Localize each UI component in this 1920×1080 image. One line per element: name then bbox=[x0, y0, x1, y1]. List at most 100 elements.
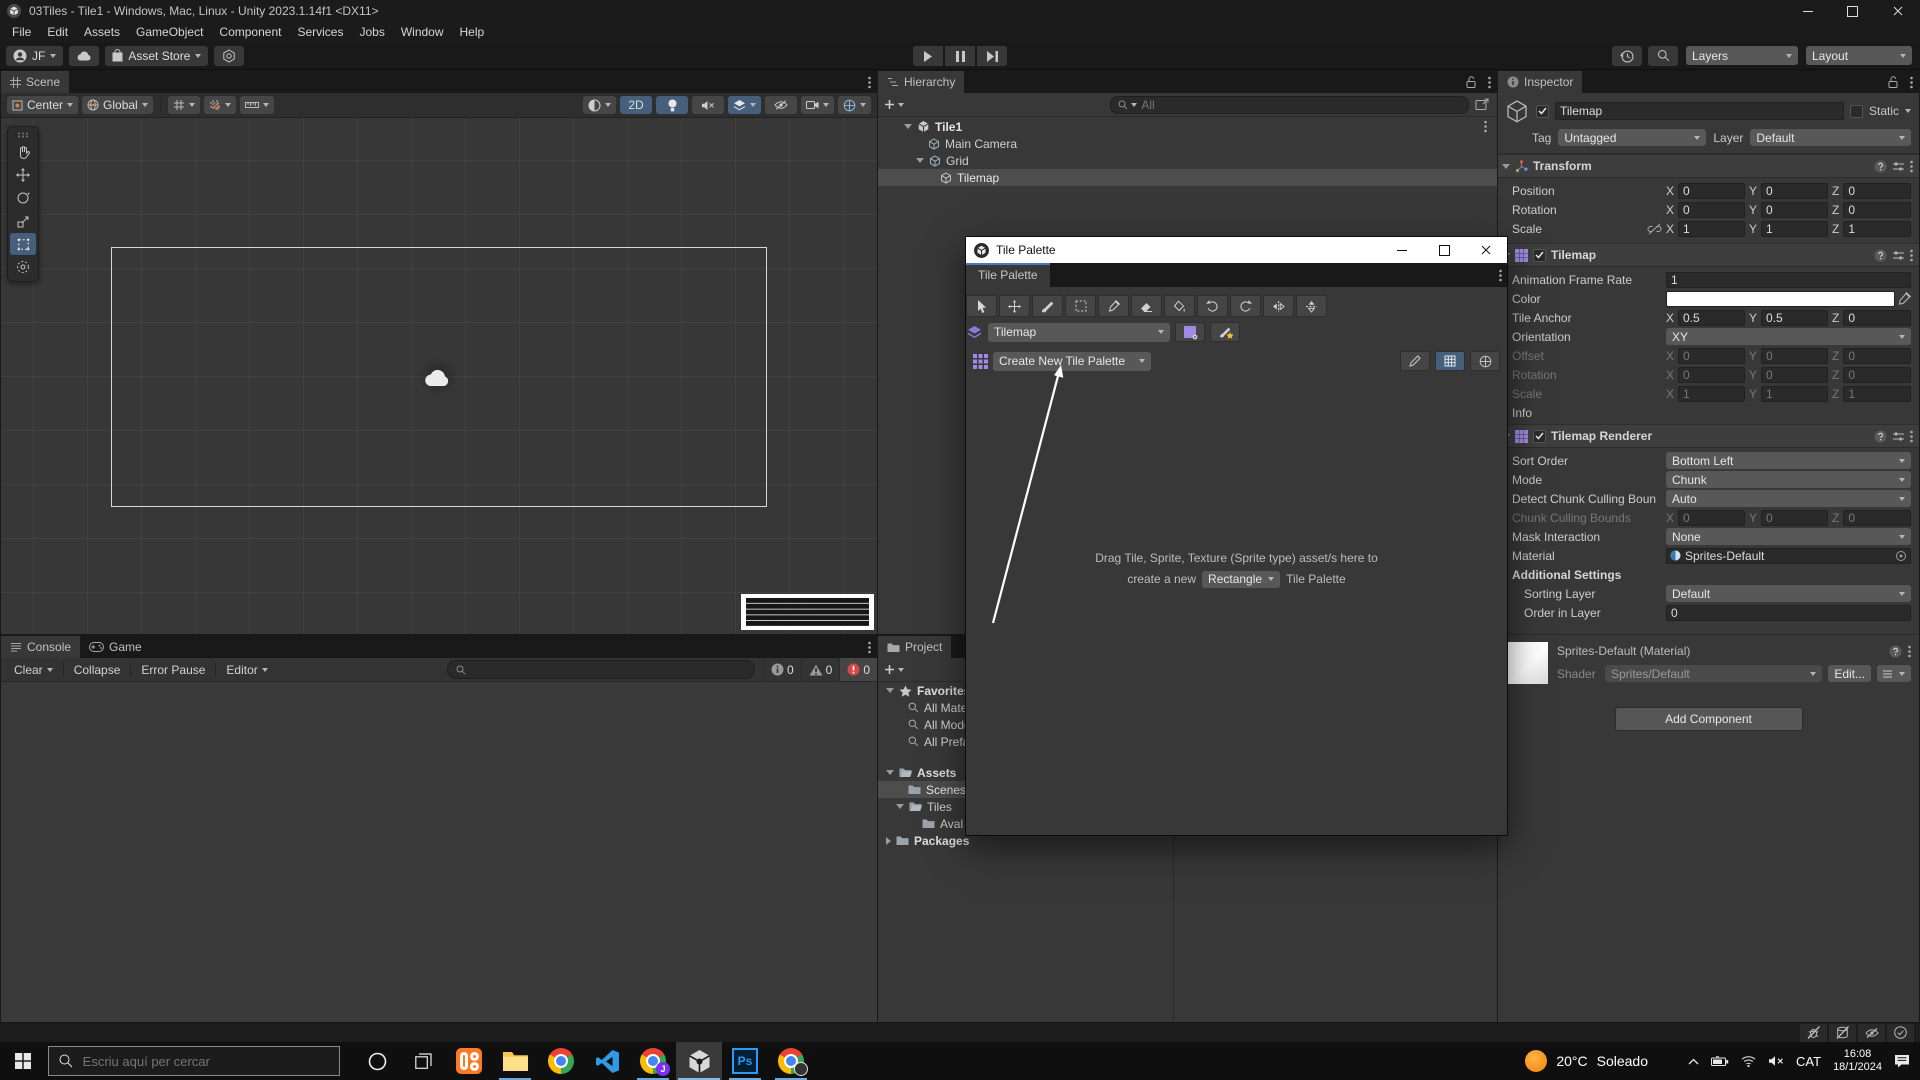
active-checkbox[interactable] bbox=[1536, 105, 1549, 118]
flip-vertical-tool[interactable] bbox=[1296, 295, 1327, 317]
presets-icon[interactable] bbox=[1892, 161, 1905, 172]
component-enabled-checkbox[interactable] bbox=[1533, 249, 1546, 262]
tilemap-renderer-header[interactable]: Tilemap Renderer bbox=[1498, 424, 1919, 448]
play-button[interactable] bbox=[913, 46, 943, 66]
sort-order-dropdown[interactable]: Bottom Left bbox=[1666, 452, 1911, 469]
move-tool[interactable] bbox=[999, 295, 1030, 317]
tag-dropdown[interactable]: Untagged bbox=[1558, 129, 1706, 146]
smart-brush-button[interactable] bbox=[1210, 322, 1240, 342]
cache-disconnected-icon[interactable] bbox=[1829, 1024, 1856, 1042]
search-button[interactable] bbox=[1648, 46, 1678, 66]
menu-gameobject[interactable]: GameObject bbox=[128, 23, 211, 41]
menu-assets[interactable]: Assets bbox=[76, 23, 128, 41]
error-count-badge[interactable]: 0 bbox=[839, 658, 877, 681]
tool-handle-rotation-button[interactable]: Global bbox=[82, 96, 153, 114]
close-icon[interactable] bbox=[1465, 237, 1507, 263]
object-picker-icon[interactable] bbox=[1895, 550, 1907, 562]
move-tool[interactable] bbox=[10, 164, 36, 186]
y-field[interactable]: 1 bbox=[1761, 221, 1828, 237]
menu-file[interactable]: File bbox=[4, 23, 39, 41]
tile-palette-titlebar[interactable]: Tile Palette bbox=[966, 237, 1507, 263]
rotate-ccw-tool[interactable] bbox=[1197, 295, 1228, 317]
rotate-tool[interactable] bbox=[10, 187, 36, 209]
name-field[interactable] bbox=[1555, 102, 1844, 120]
taskbar-search-input[interactable] bbox=[81, 1053, 329, 1070]
taskbar-search[interactable] bbox=[48, 1046, 340, 1076]
tilemap-settings-button[interactable] bbox=[1175, 322, 1205, 342]
menu-services[interactable]: Services bbox=[289, 23, 351, 41]
picker-tool[interactable] bbox=[1098, 295, 1129, 317]
tab-tile-palette[interactable]: Tile Palette bbox=[966, 263, 1050, 287]
flood-fill-tool[interactable] bbox=[1164, 295, 1195, 317]
asset-store-button[interactable]: Asset Store bbox=[105, 46, 208, 66]
taskbar-app-xampp[interactable] bbox=[446, 1042, 492, 1080]
foldout-open-icon[interactable] bbox=[886, 688, 894, 693]
wifi-icon[interactable] bbox=[1741, 1055, 1756, 1067]
z-field[interactable]: 0 bbox=[1843, 310, 1911, 326]
foldout-closed-icon[interactable] bbox=[886, 837, 891, 845]
palette-dropdown[interactable]: Create New Tile Palette bbox=[993, 352, 1151, 371]
task-view-button[interactable] bbox=[400, 1042, 446, 1080]
shader-edit-button[interactable]: Edit... bbox=[1828, 665, 1871, 682]
z-field[interactable]: 0 bbox=[1843, 183, 1911, 199]
tab-console[interactable]: Console bbox=[1, 636, 80, 658]
z-field[interactable]: 0 bbox=[1843, 202, 1911, 218]
item-kebab-icon[interactable] bbox=[1484, 120, 1487, 133]
maximize-icon[interactable] bbox=[1830, 0, 1875, 22]
taskbar-app-explorer[interactable] bbox=[492, 1042, 538, 1080]
select-tool[interactable] bbox=[966, 295, 997, 317]
tab-hierarchy[interactable]: Hierarchy bbox=[878, 71, 964, 93]
x-field[interactable]: 0 bbox=[1678, 202, 1745, 218]
y-field[interactable]: 0 bbox=[1761, 202, 1828, 218]
taskbar-clock[interactable]: 16:08 18/1/2024 bbox=[1833, 1048, 1882, 1074]
hierarchy-item-tile1[interactable]: Tile1 bbox=[878, 118, 1497, 135]
info-row[interactable]: Info bbox=[1498, 403, 1919, 422]
detect-chunk-dropdown[interactable]: Auto bbox=[1666, 490, 1911, 507]
active-tilemap-dropdown[interactable]: Tilemap bbox=[988, 323, 1170, 342]
hierarchy-menu-kebab-icon[interactable] bbox=[1482, 71, 1497, 93]
gizmos-button[interactable] bbox=[838, 96, 871, 114]
lock-icon[interactable] bbox=[1882, 71, 1904, 93]
search-field[interactable] bbox=[1141, 98, 1461, 112]
color-swatch[interactable] bbox=[1666, 291, 1895, 307]
increment-snap-button[interactable] bbox=[204, 96, 236, 114]
tab-inspector[interactable]: Inspector bbox=[1498, 71, 1582, 93]
paint-brush-tool[interactable] bbox=[1032, 295, 1063, 317]
minimize-icon[interactable] bbox=[1381, 237, 1423, 263]
static-checkbox[interactable] bbox=[1850, 105, 1863, 118]
tilemap-component-header[interactable]: Tilemap bbox=[1498, 243, 1919, 267]
menu-edit[interactable]: Edit bbox=[39, 23, 76, 41]
y-field[interactable]: 0 bbox=[1761, 183, 1828, 199]
pause-button[interactable] bbox=[945, 46, 975, 66]
language-indicator[interactable]: CAT bbox=[1796, 1054, 1821, 1069]
battery-icon[interactable] bbox=[1711, 1056, 1729, 1067]
inspector-menu-kebab-icon[interactable] bbox=[1904, 71, 1919, 93]
orientation-dropdown[interactable]: XY bbox=[1666, 328, 1911, 345]
scene-menu-kebab-icon[interactable] bbox=[862, 71, 877, 93]
hierarchy-search-input[interactable] bbox=[1110, 96, 1469, 114]
lock-icon[interactable] bbox=[1460, 71, 1482, 93]
notification-center-icon[interactable] bbox=[1894, 1054, 1910, 1068]
help-icon[interactable] bbox=[1874, 160, 1887, 173]
x-field[interactable]: 1 bbox=[1678, 221, 1745, 237]
taskbar-app-vscode[interactable] bbox=[584, 1042, 630, 1080]
scene-lighting-button[interactable] bbox=[656, 96, 688, 114]
kebab-icon[interactable] bbox=[1910, 430, 1913, 443]
order-field[interactable]: 0 bbox=[1666, 605, 1911, 621]
hierarchy-item-main-camera[interactable]: Main Camera bbox=[878, 135, 1497, 152]
collapse-button[interactable]: Collapse bbox=[67, 658, 128, 681]
component-enabled-checkbox[interactable] bbox=[1533, 430, 1546, 443]
tab-game[interactable]: Game bbox=[80, 636, 151, 658]
hierarchy-item-grid[interactable]: Grid bbox=[878, 152, 1497, 169]
rect-tool[interactable] bbox=[10, 233, 36, 255]
error-pause-button[interactable]: Error Pause bbox=[134, 658, 212, 681]
start-button[interactable] bbox=[0, 1042, 46, 1080]
tab-project[interactable]: Project bbox=[878, 636, 951, 658]
tool-handle-pivot-button[interactable]: Center bbox=[7, 96, 78, 114]
box-fill-tool[interactable] bbox=[1065, 295, 1096, 317]
scene-audio-button[interactable] bbox=[692, 96, 724, 114]
version-control-button[interactable] bbox=[214, 46, 244, 66]
scene-camera-button[interactable] bbox=[801, 96, 834, 114]
rotate-cw-tool[interactable] bbox=[1230, 295, 1261, 317]
layout-dropdown[interactable]: Layout bbox=[1806, 46, 1912, 65]
